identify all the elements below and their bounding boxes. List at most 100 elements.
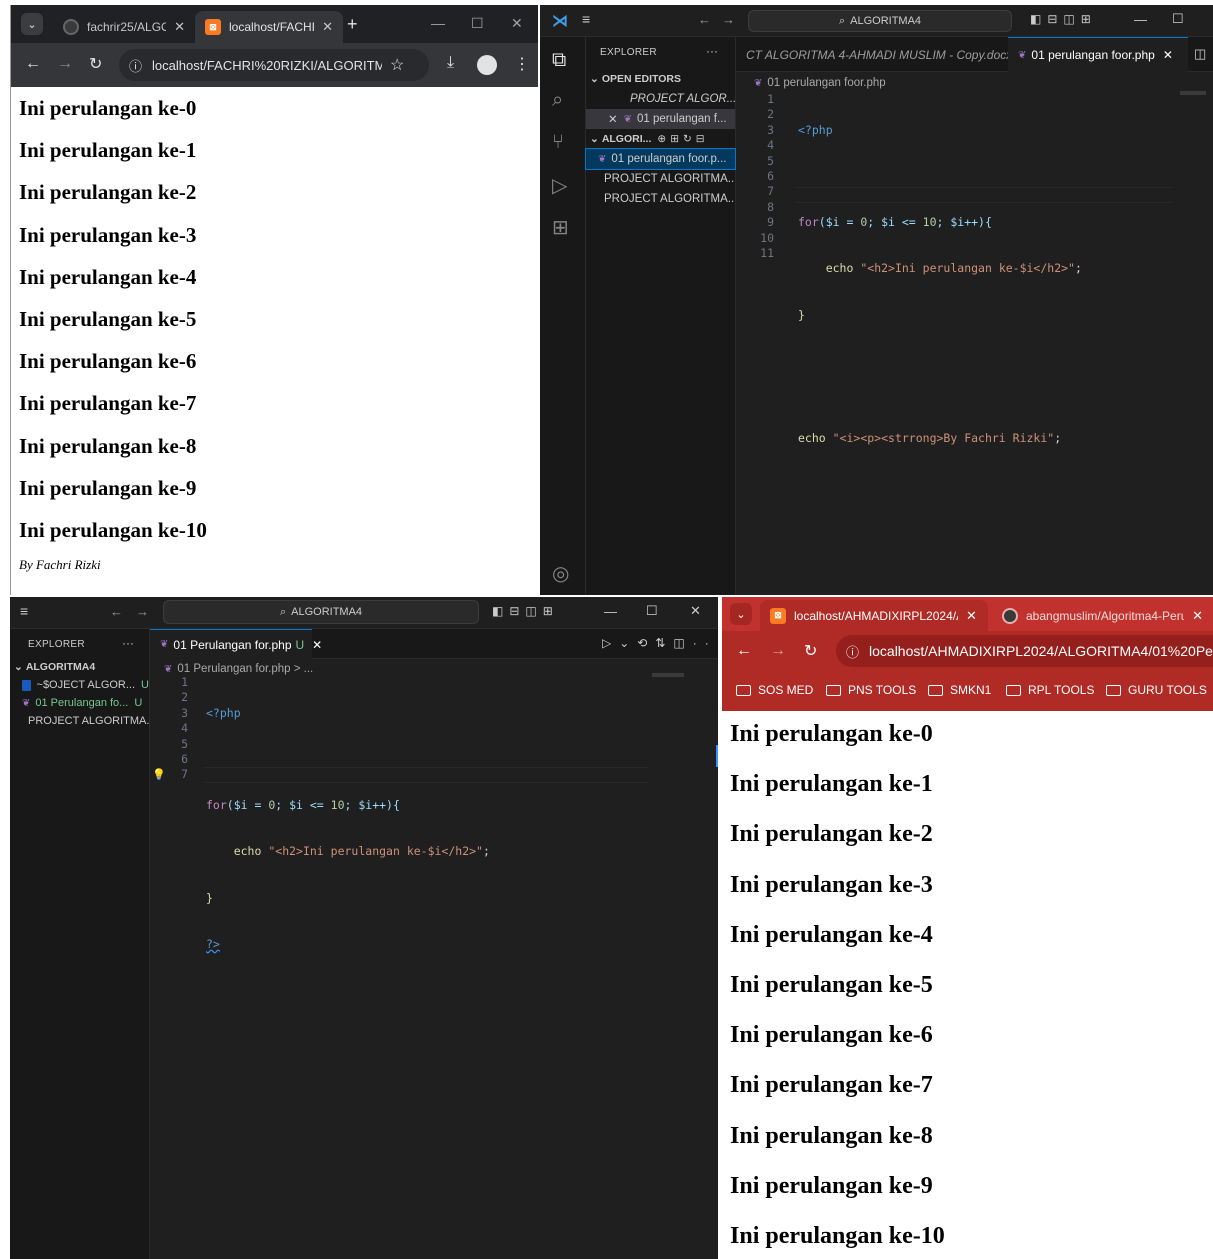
nav-back-icon[interactable]: ←: [698, 12, 711, 27]
file-item-selected[interactable]: ❦ 01 perulangan foor.p...: [585, 148, 736, 170]
close-icon[interactable]: ✕: [1163, 48, 1173, 62]
split-editor-icon[interactable]: ◫: [1194, 46, 1206, 62]
close-window-icon[interactable]: ✕: [690, 603, 701, 619]
menu-hamburger-icon[interactable]: ≡: [582, 11, 590, 27]
tab-search-button[interactable]: ⌄: [21, 13, 43, 35]
file-item[interactable]: PROJECT ALGORITMA...: [586, 169, 735, 189]
run-debug-icon[interactable]: ▷: [552, 173, 567, 198]
open-editor-item[interactable]: PROJECT ALGOR...: [586, 89, 735, 109]
layout-toggle-icons[interactable]: ◧⊟◫⊞: [492, 604, 559, 618]
browser-tab-active[interactable]: ⊠ localhost/FACHRI ✕: [195, 11, 343, 43]
tab-php-active[interactable]: ❦ 01 Perulangan for.php U ✕: [150, 629, 322, 659]
open-editor-item[interactable]: ✕ ❦ 01 perulangan f...: [586, 109, 735, 129]
loop-heading: Ini perulangan ke-3: [19, 222, 197, 247]
forward-icon[interactable]: →: [57, 55, 73, 73]
browser-tab-active[interactable]: ⊠ localhost/AHMADIXIRPL2024/A ✕: [760, 600, 988, 631]
top-vscode-window: ⋊ ≡ ← → ⌕ ALGORITMA4 ◧⊟◫⊞ — ☐ ⧉ ⌕ ⑂ ▷ ⊞ …: [540, 5, 1213, 595]
forward-icon[interactable]: →: [770, 642, 786, 660]
line-number: 7: [181, 767, 188, 782]
folder-actions-icons[interactable]: ⊕⊞↻⊟: [657, 133, 708, 145]
php-open-tag: <?php: [206, 705, 241, 720]
number: 10: [922, 215, 937, 230]
editor-tabs: CT ALGORITMA 4-AHMADI MUSLIM - Copy.docx…: [736, 37, 1213, 72]
address-bar[interactable]: ⓘ localhost/FACHRI%20RIZKI/ALGORITMA... …: [119, 49, 429, 81]
back-icon[interactable]: ←: [25, 55, 41, 73]
tab-php-active[interactable]: ❦ 01 perulangan foor.php ✕: [1008, 37, 1188, 72]
tab-search-button[interactable]: ⌄: [730, 603, 752, 625]
maximize-icon[interactable]: ☐: [471, 15, 484, 32]
close-tab-icon[interactable]: ✕: [322, 19, 333, 35]
reload-icon[interactable]: ↻: [804, 641, 817, 661]
file-item[interactable]: PROJECT ALGORITMA...: [586, 189, 735, 209]
command-center-search[interactable]: ⌕ ALGORITMA4: [748, 10, 1012, 32]
explorer-icon[interactable]: ⧉: [552, 49, 566, 72]
more-actions-icon[interactable]: ···: [122, 636, 134, 650]
line-number: 5: [181, 736, 188, 751]
minimize-icon[interactable]: —: [431, 15, 445, 31]
close-window-icon[interactable]: ✕: [511, 15, 523, 32]
close-icon[interactable]: ✕: [312, 638, 322, 652]
download-icon[interactable]: ⤓: [447, 54, 454, 72]
source-control-icon[interactable]: ⑂: [552, 131, 564, 154]
reload-icon[interactable]: ↻: [89, 54, 102, 74]
browser-tab[interactable]: fachrir25/ALGORI ✕: [53, 11, 195, 43]
editor-actions-icons[interactable]: ▷⌄⟲⇅◫···: [602, 636, 718, 650]
breadcrumb[interactable]: ❦ 01 perulangan foor.php: [754, 77, 886, 89]
breadcrumb[interactable]: ❦ 01 Perulangan for.php > ...: [164, 663, 313, 675]
back-icon[interactable]: ←: [736, 642, 752, 660]
tab-docx[interactable]: CT ALGORITMA 4-AHMADI MUSLIM - Copy.docx: [736, 37, 1008, 72]
bookmark-folder[interactable]: PNS TOOLS: [826, 683, 916, 697]
menu-hamburger-icon[interactable]: ≡: [20, 603, 28, 619]
minimap[interactable]: [1180, 91, 1206, 95]
file-item[interactable]: ~$OJECT ALGOR... U: [10, 675, 149, 695]
line-number: 10: [760, 230, 774, 245]
profile-avatar[interactable]: [477, 55, 497, 75]
close-tab-icon[interactable]: ✕: [174, 19, 185, 35]
folder-section[interactable]: ⌄ ALGORITMA4: [10, 657, 149, 677]
minimize-icon[interactable]: —: [1134, 12, 1147, 27]
scrollbar-marker[interactable]: [716, 745, 718, 767]
code-token: ; $i <=: [867, 215, 923, 230]
more-actions-icon[interactable]: ···: [706, 44, 718, 58]
account-icon[interactable]: ◎: [552, 561, 569, 586]
code-content[interactable]: <?php for($i = 0; $i <= 10; $i++){ echo …: [798, 92, 1082, 477]
file-item[interactable]: ❦ 01 Perulangan fo... U: [10, 693, 149, 713]
extensions-icon[interactable]: ⊞: [552, 215, 569, 240]
bookmark-folder[interactable]: SMKN1: [928, 683, 991, 697]
layout-toggle-icons[interactable]: ◧⊟◫⊞: [1030, 12, 1097, 26]
file-label: PROJECT ALGORITMA...: [28, 715, 149, 727]
browser-tab[interactable]: abangmuslim/Algoritma4-Perul ✕: [992, 600, 1213, 631]
new-tab-button[interactable]: +: [347, 14, 358, 35]
nav-back-icon[interactable]: ←: [110, 604, 123, 619]
open-editors-section[interactable]: ⌄ OPEN EDITORS: [586, 69, 735, 89]
close-tab-icon[interactable]: ✕: [966, 608, 977, 624]
folder-section[interactable]: ⌄ ALGORI... ⊕⊞↻⊟: [586, 129, 735, 149]
close-icon[interactable]: ✕: [608, 112, 618, 126]
close-tab-icon[interactable]: ✕: [1192, 608, 1203, 624]
string: "<h2>Ini perulangan ke-$i</h2>": [860, 261, 1075, 276]
code-token: }: [798, 307, 805, 322]
minimap[interactable]: [652, 673, 684, 677]
minimize-icon[interactable]: —: [604, 604, 617, 619]
keyword: for: [206, 798, 227, 813]
bookmark-folder[interactable]: GURU TOOLS: [1106, 683, 1207, 697]
bookmark-folder[interactable]: SOS MED: [736, 683, 813, 697]
site-info-icon[interactable]: ⓘ: [129, 56, 142, 75]
browser-tabstrip: ⌄ fachrir25/ALGORI ✕ ⊠ localhost/FACHRI …: [11, 5, 538, 43]
maximize-icon[interactable]: ☐: [1172, 11, 1184, 27]
nav-forward-icon[interactable]: →: [136, 604, 149, 619]
file-item[interactable]: PROJECT ALGORITMA...: [10, 711, 149, 731]
site-info-icon[interactable]: ⓘ: [846, 642, 859, 661]
browser-toolbar: ← → ↻ ⓘ localhost/FACHRI%20RIZKI/ALGORIT…: [11, 43, 538, 87]
maximize-icon[interactable]: ☐: [646, 603, 658, 619]
search-icon[interactable]: ⌕: [552, 89, 563, 112]
nav-forward-icon[interactable]: →: [722, 12, 735, 27]
chevron-down-icon: ⌄: [590, 133, 599, 145]
menu-kebab-icon[interactable]: ⋮: [514, 54, 530, 74]
command-center-search[interactable]: ⌕ ALGORITMA4: [163, 600, 479, 624]
code-content[interactable]: <?php for($i = 0; $i <= 10; $i++){ echo …: [206, 675, 490, 983]
loop-heading: Ini perulangan ke-6: [730, 1022, 933, 1049]
bookmark-star-icon[interactable]: ☆: [390, 55, 404, 75]
bookmark-folder[interactable]: RPL TOOLS: [1006, 683, 1094, 697]
address-bar[interactable]: ⓘ localhost/AHMADIXIRPL2024/ALGORITMA4/0…: [836, 635, 1213, 667]
